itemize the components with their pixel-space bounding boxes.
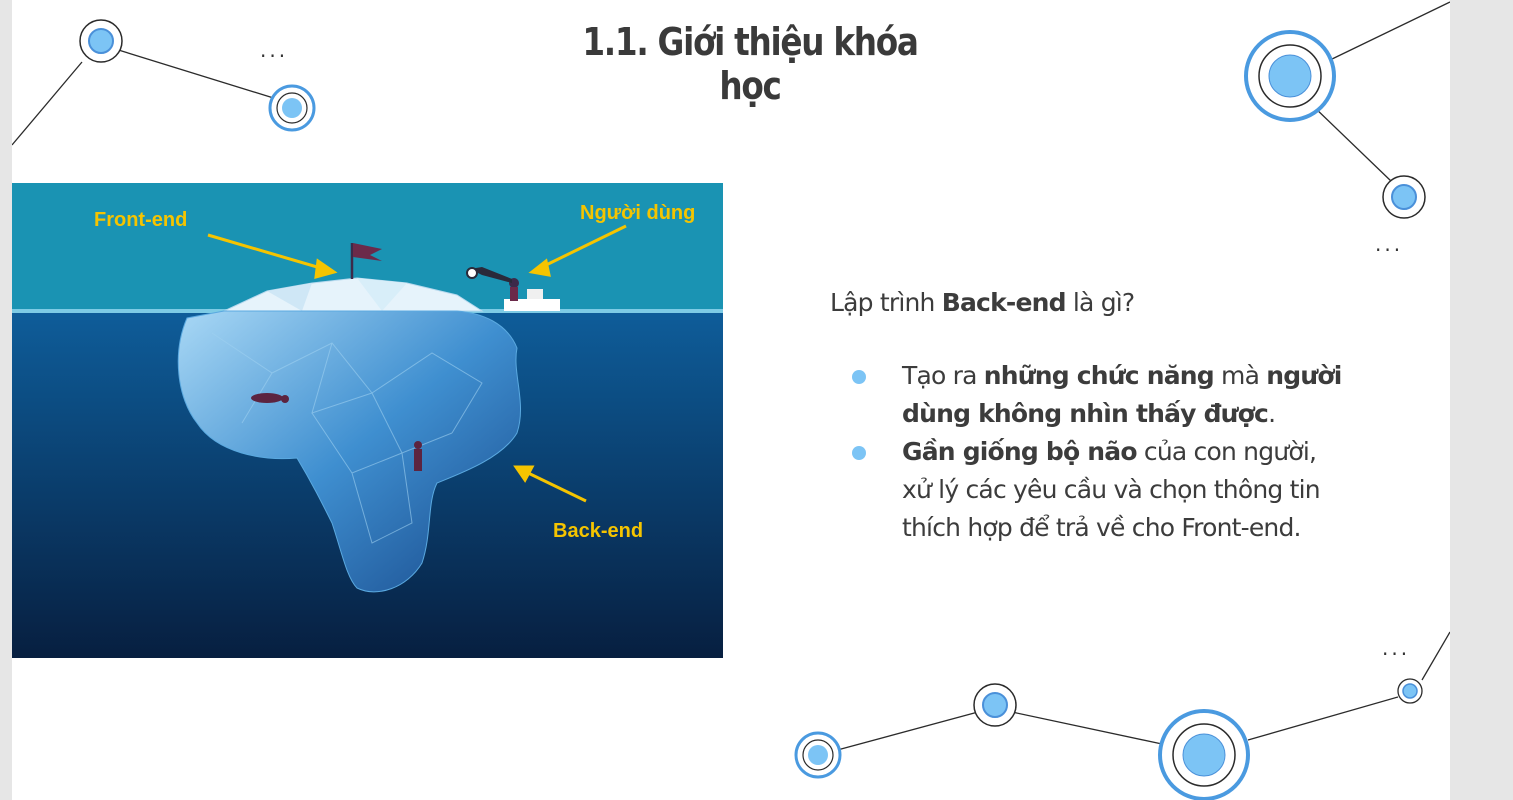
presentation-slide: ... ... ... 1.1. Giới thiệu khóa học Fro… bbox=[12, 0, 1450, 800]
bullet-dot-icon bbox=[852, 446, 866, 460]
network-line bbox=[1011, 711, 1163, 745]
label-back-end: Back-end bbox=[553, 520, 644, 542]
network-line bbox=[1247, 696, 1399, 741]
network-line bbox=[1421, 631, 1450, 681]
window-left-margin bbox=[0, 0, 12, 800]
network-node-1 bbox=[79, 19, 123, 63]
ellipsis-decoration: ... bbox=[1382, 636, 1411, 660]
bullet-text: Tạo ra bbox=[902, 361, 984, 390]
network-node-7 bbox=[1158, 709, 1250, 800]
bullet-bold-text: Gần giống bộ não bbox=[902, 437, 1138, 466]
ellipsis-decoration: ... bbox=[260, 38, 289, 62]
bullet-text: . bbox=[1268, 399, 1276, 428]
question-heading: Lập trình Back-end là gì? bbox=[830, 288, 1370, 317]
diver-icon bbox=[414, 441, 422, 471]
network-node-3 bbox=[1244, 30, 1336, 122]
label-front-end: Front-end bbox=[94, 209, 188, 231]
question-text-bold: Back-end bbox=[941, 288, 1067, 317]
network-line bbox=[111, 47, 281, 101]
bullet-item: Tạo ra những chức năng mà người dùng khô… bbox=[830, 357, 1342, 433]
network-line bbox=[829, 711, 979, 753]
bullet-list: Tạo ra những chức năng mà người dùng khô… bbox=[830, 357, 1370, 547]
network-node-8 bbox=[1397, 678, 1423, 704]
question-text-prefix: Lập trình bbox=[830, 288, 942, 317]
network-node-6 bbox=[973, 683, 1017, 727]
slide-title: 1.1. Giới thiệu khóa học bbox=[582, 20, 919, 108]
network-node-5 bbox=[794, 731, 842, 779]
label-user: Người dùng bbox=[580, 202, 696, 224]
window-right-margin bbox=[1450, 0, 1513, 800]
bullet-item: Gần giống bộ não của con người, xử lý cá… bbox=[830, 433, 1342, 547]
iceberg-illustration: Front-end Người dùng Back-end bbox=[12, 183, 723, 658]
network-line bbox=[12, 61, 83, 146]
ellipsis-decoration: ... bbox=[1375, 232, 1404, 256]
network-line bbox=[1329, 1, 1450, 61]
bullet-dot-icon bbox=[852, 370, 866, 384]
question-text-suffix: là gì? bbox=[1065, 288, 1135, 317]
iceberg-image bbox=[12, 183, 723, 658]
network-node-4 bbox=[1382, 175, 1426, 219]
bullet-bold-text: những chức năng bbox=[983, 361, 1215, 390]
network-line bbox=[1311, 104, 1393, 183]
network-node-2 bbox=[268, 84, 316, 132]
bullet-text: mà bbox=[1213, 361, 1267, 390]
slide-body-text: Lập trình Back-end là gì? Tạo ra những c… bbox=[830, 288, 1370, 547]
